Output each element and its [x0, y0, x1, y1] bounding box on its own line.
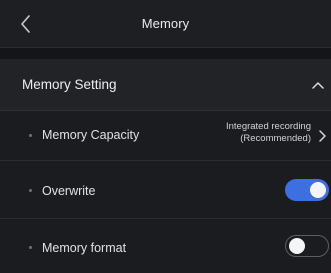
section-title: Memory Setting — [22, 77, 117, 92]
top-bar: Memory — [0, 0, 331, 48]
memory-capacity-label: Memory Capacity — [42, 128, 140, 142]
memory-format-toggle[interactable] — [285, 235, 329, 257]
overwrite-label: Overwrite — [42, 184, 96, 198]
memory-setting-section-header[interactable]: Memory Setting — [0, 59, 331, 111]
memory-capacity-value[interactable]: Integrated recording (Recommended) — [226, 121, 311, 145]
chevron-right-icon[interactable] — [317, 129, 327, 143]
memory-capacity-row[interactable]: Memory Capacity Integrated recording (Re… — [0, 111, 331, 161]
overwrite-row: Overwrite — [0, 161, 331, 219]
toggle-knob — [289, 238, 305, 254]
header-divider — [0, 48, 331, 59]
memory-capacity-value-line2: (Recommended) — [240, 133, 311, 144]
overwrite-toggle[interactable] — [285, 179, 329, 201]
row-bullet — [29, 246, 32, 249]
memory-format-row: Memory format — [0, 219, 331, 273]
memory-capacity-value-line1: Integrated recording — [225, 121, 311, 132]
row-bullet — [29, 189, 32, 192]
memory-screen: Memory Memory Setting Memory Capacity In… — [0, 0, 331, 273]
row-bullet — [29, 134, 32, 137]
page-title: Memory — [141, 16, 190, 31]
memory-format-label: Memory format — [42, 241, 127, 255]
toggle-knob — [310, 182, 326, 198]
chevron-up-icon — [312, 82, 324, 89]
